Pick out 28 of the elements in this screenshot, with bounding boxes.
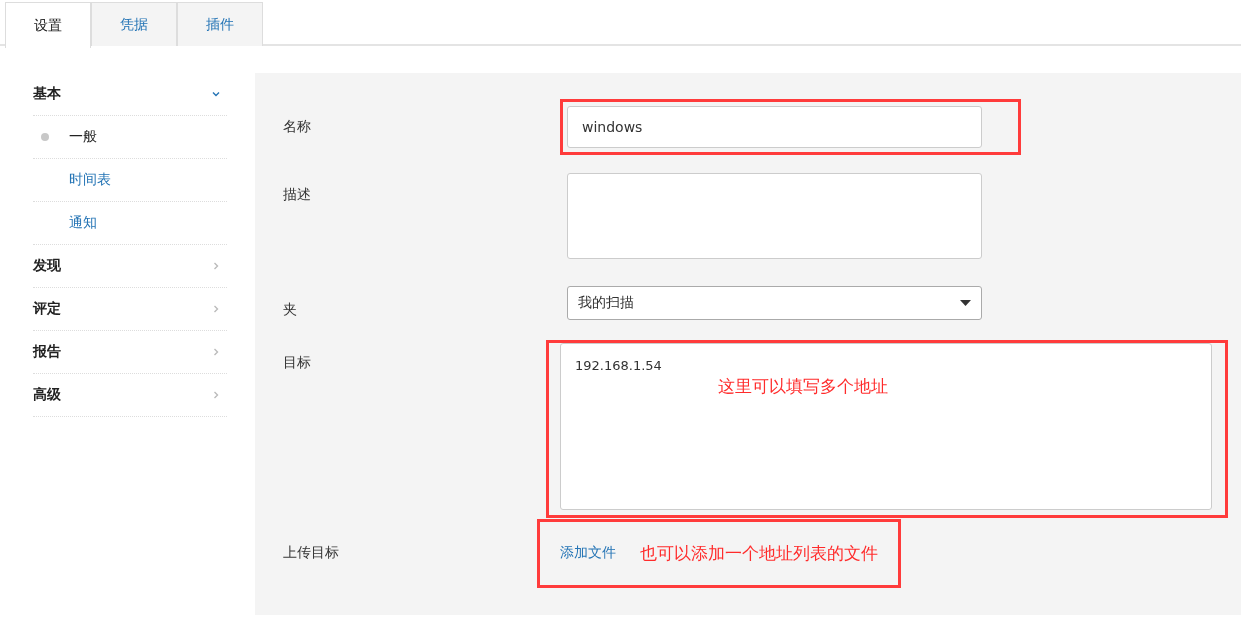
description-input[interactable]	[567, 173, 982, 259]
sidebar-section[interactable]: 基本	[33, 73, 227, 116]
chevron-icon	[211, 89, 221, 99]
chevron-icon	[211, 304, 221, 314]
folder-select[interactable]: 我的扫描	[567, 286, 982, 320]
tab[interactable]: 凭据	[91, 2, 177, 46]
sidebar-section[interactable]: 高级	[33, 374, 227, 417]
sidebar-item[interactable]: 一般	[33, 116, 227, 159]
tab[interactable]: 设置	[5, 2, 91, 48]
chevron-icon	[211, 261, 221, 271]
field-label: 目标	[283, 353, 312, 372]
caret-icon	[960, 300, 971, 306]
chevron-icon	[211, 347, 221, 357]
sidebar-section[interactable]: 评定	[33, 288, 227, 331]
annotation-note: 这里可以填写多个地址	[718, 375, 888, 398]
add-file-link[interactable]: 添加文件	[560, 544, 616, 562]
name-input[interactable]: windows	[567, 106, 982, 148]
sidebar-section[interactable]: 报告	[33, 331, 227, 374]
field-label: 夹	[283, 300, 298, 319]
chevron-icon	[211, 390, 221, 400]
sidebar-item[interactable]: 时间表	[33, 159, 227, 202]
annotation-note: 也可以添加一个地址列表的文件	[640, 541, 878, 565]
field-label: 上传目标	[283, 544, 340, 562]
sidebar-section[interactable]: 发现	[33, 245, 227, 288]
field-label: 名称	[283, 118, 312, 136]
field-label: 描述	[283, 185, 312, 204]
tab[interactable]: 插件	[177, 2, 263, 46]
sidebar-item[interactable]: 通知	[33, 202, 227, 245]
